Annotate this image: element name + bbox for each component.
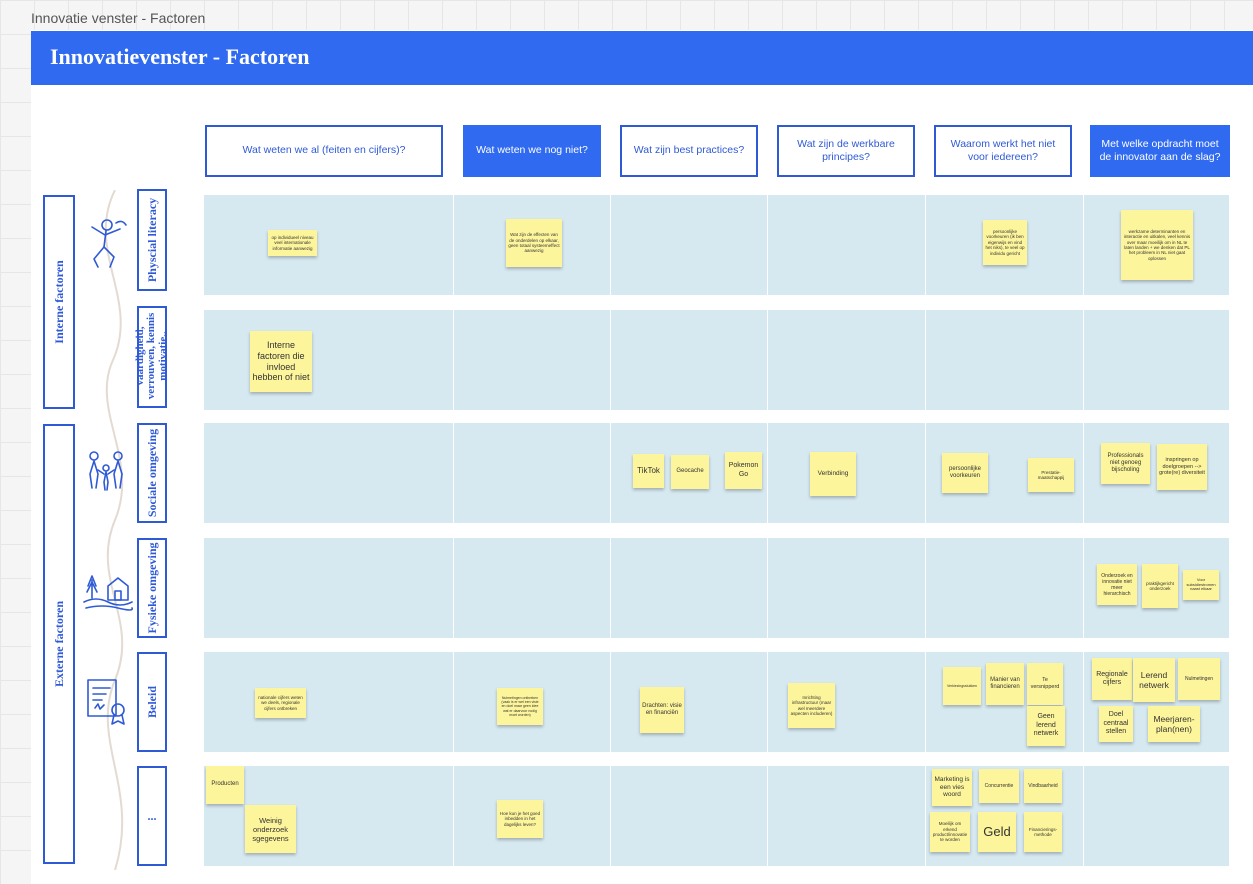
- sticky-note[interactable]: Geen lerend netwerk: [1027, 706, 1065, 746]
- column-header-principles[interactable]: Wat zijn de werkbare principes?: [777, 125, 915, 177]
- row-social: [204, 423, 1229, 523]
- sticky-note[interactable]: inspringen op doelgroepen --> grote(re) …: [1157, 444, 1207, 490]
- sticky-note[interactable]: Professionals niet genoeg bijscholing: [1101, 443, 1150, 484]
- sticky-note[interactable]: Voor subsidiestromen naast elkaar: [1183, 570, 1219, 600]
- sticky-note[interactable]: Weinig onderzoek sgegevens: [245, 805, 296, 853]
- sticky-note[interactable]: Inrichting infrastructuur (maar wel meer…: [788, 683, 835, 728]
- row-label-physical-literacy: Physcial literacy: [144, 197, 159, 283]
- sticky-note[interactable]: Financierings-methode: [1024, 812, 1062, 852]
- group-label-internal: Interne factoren: [51, 260, 66, 344]
- sticky-note[interactable]: op individueel niveau veel international…: [268, 230, 317, 256]
- row-physical-literacy: [204, 195, 1229, 295]
- sticky-note[interactable]: Verbinding: [810, 452, 856, 496]
- sticky-note[interactable]: Wat zijn de effecten van de onderdelen o…: [506, 219, 562, 267]
- column-header-best-practices[interactable]: Wat zijn best practices?: [620, 125, 758, 177]
- decorative-wave: [104, 190, 124, 870]
- board-title: Innovatievenster - Factoren: [50, 44, 310, 69]
- column-divider: [1083, 195, 1084, 867]
- sticky-note[interactable]: Verkiezingsstukken: [943, 667, 981, 705]
- jumping-person-icon: [91, 219, 127, 268]
- row-label-skills: vaardigheid, verrouwen, kennis motivatie…: [133, 312, 169, 400]
- family-icon: [89, 451, 123, 491]
- sticky-note[interactable]: Geld: [978, 812, 1016, 852]
- sticky-note[interactable]: werkzame determinanten en interactie en …: [1121, 210, 1193, 280]
- sticky-note[interactable]: Concurrentie: [979, 769, 1019, 803]
- sticky-note[interactable]: Interne factoren die invloed hebben of n…: [250, 331, 312, 392]
- sticky-note[interactable]: Marketing is een vies woord: [932, 769, 972, 806]
- column-header-why-not[interactable]: Waarom werkt het niet voor iedereen?: [934, 125, 1072, 177]
- sticky-note[interactable]: Nulmetingen ontbreken (vaak is er wel ee…: [497, 688, 543, 725]
- sticky-note[interactable]: persoonlijke voorkeuren (ik ben eigenwij…: [983, 220, 1027, 265]
- sticky-note[interactable]: Nulmetingen: [1178, 658, 1220, 700]
- sticky-note[interactable]: Te versnipperd: [1027, 663, 1063, 705]
- row-physical-env: [204, 538, 1229, 638]
- sticky-note[interactable]: Hoe kun je het goed inbedden in het dage…: [497, 800, 543, 838]
- sticky-note[interactable]: Geocache: [671, 455, 709, 489]
- column-header-assignment[interactable]: Met welke opdracht moet de innovator aan…: [1090, 125, 1230, 177]
- house-landscape-icon: [83, 575, 134, 611]
- sticky-note[interactable]: Onderzoek en innovatie niet meer hierarc…: [1097, 564, 1137, 605]
- row-label-physical-env: Fysieke omgeving: [144, 542, 159, 634]
- sticky-note[interactable]: Drachten: visie en financiën: [640, 687, 684, 733]
- certificate-icon: [87, 679, 125, 725]
- column-divider: [453, 195, 454, 867]
- group-label-external: Externe factoren: [51, 600, 66, 688]
- column-header-unknown[interactable]: Wat weten we nog niet?: [463, 125, 601, 177]
- row-policy: [204, 652, 1229, 752]
- sticky-note[interactable]: Lerend netwerk: [1133, 658, 1175, 702]
- sticky-note[interactable]: Meerjaren-plan(nen): [1148, 706, 1200, 742]
- sticky-note[interactable]: Producten: [206, 766, 244, 804]
- row-label-policy: Beleid: [144, 686, 159, 718]
- column-divider: [767, 195, 768, 867]
- sticky-note[interactable]: Vindbaarheid: [1024, 769, 1062, 803]
- row-skills: [204, 310, 1229, 410]
- sticky-note[interactable]: TikTok: [633, 454, 664, 488]
- sticky-note[interactable]: persoonlijke voorkeuren: [942, 453, 988, 493]
- column-divider: [610, 195, 611, 867]
- sticky-note[interactable]: Pokemon Go: [725, 452, 762, 489]
- row-label-other: ...: [147, 808, 157, 823]
- row-other: [204, 766, 1229, 866]
- column-header-known[interactable]: Wat weten we al (feiten en cijfers)?: [205, 125, 443, 177]
- sticky-note[interactable]: Manier van financieren: [986, 663, 1024, 705]
- row-label-social: Sociale omgeving: [144, 428, 159, 518]
- sticky-note[interactable]: praktijkgericht onderzoek: [1142, 564, 1178, 608]
- sticky-note[interactable]: Prestatie-maatschappij: [1028, 458, 1074, 492]
- frame-title[interactable]: Innovatie venster - Factoren: [31, 10, 205, 26]
- sticky-note[interactable]: Regionale cijfers: [1092, 658, 1132, 700]
- sticky-note[interactable]: nationale cijfers weten we deels, region…: [255, 688, 306, 718]
- sticky-note[interactable]: Doel centraal stellen: [1099, 706, 1133, 742]
- sticky-note[interactable]: Moeilijk om erkend product/innovatie te …: [930, 812, 970, 852]
- column-divider: [925, 195, 926, 867]
